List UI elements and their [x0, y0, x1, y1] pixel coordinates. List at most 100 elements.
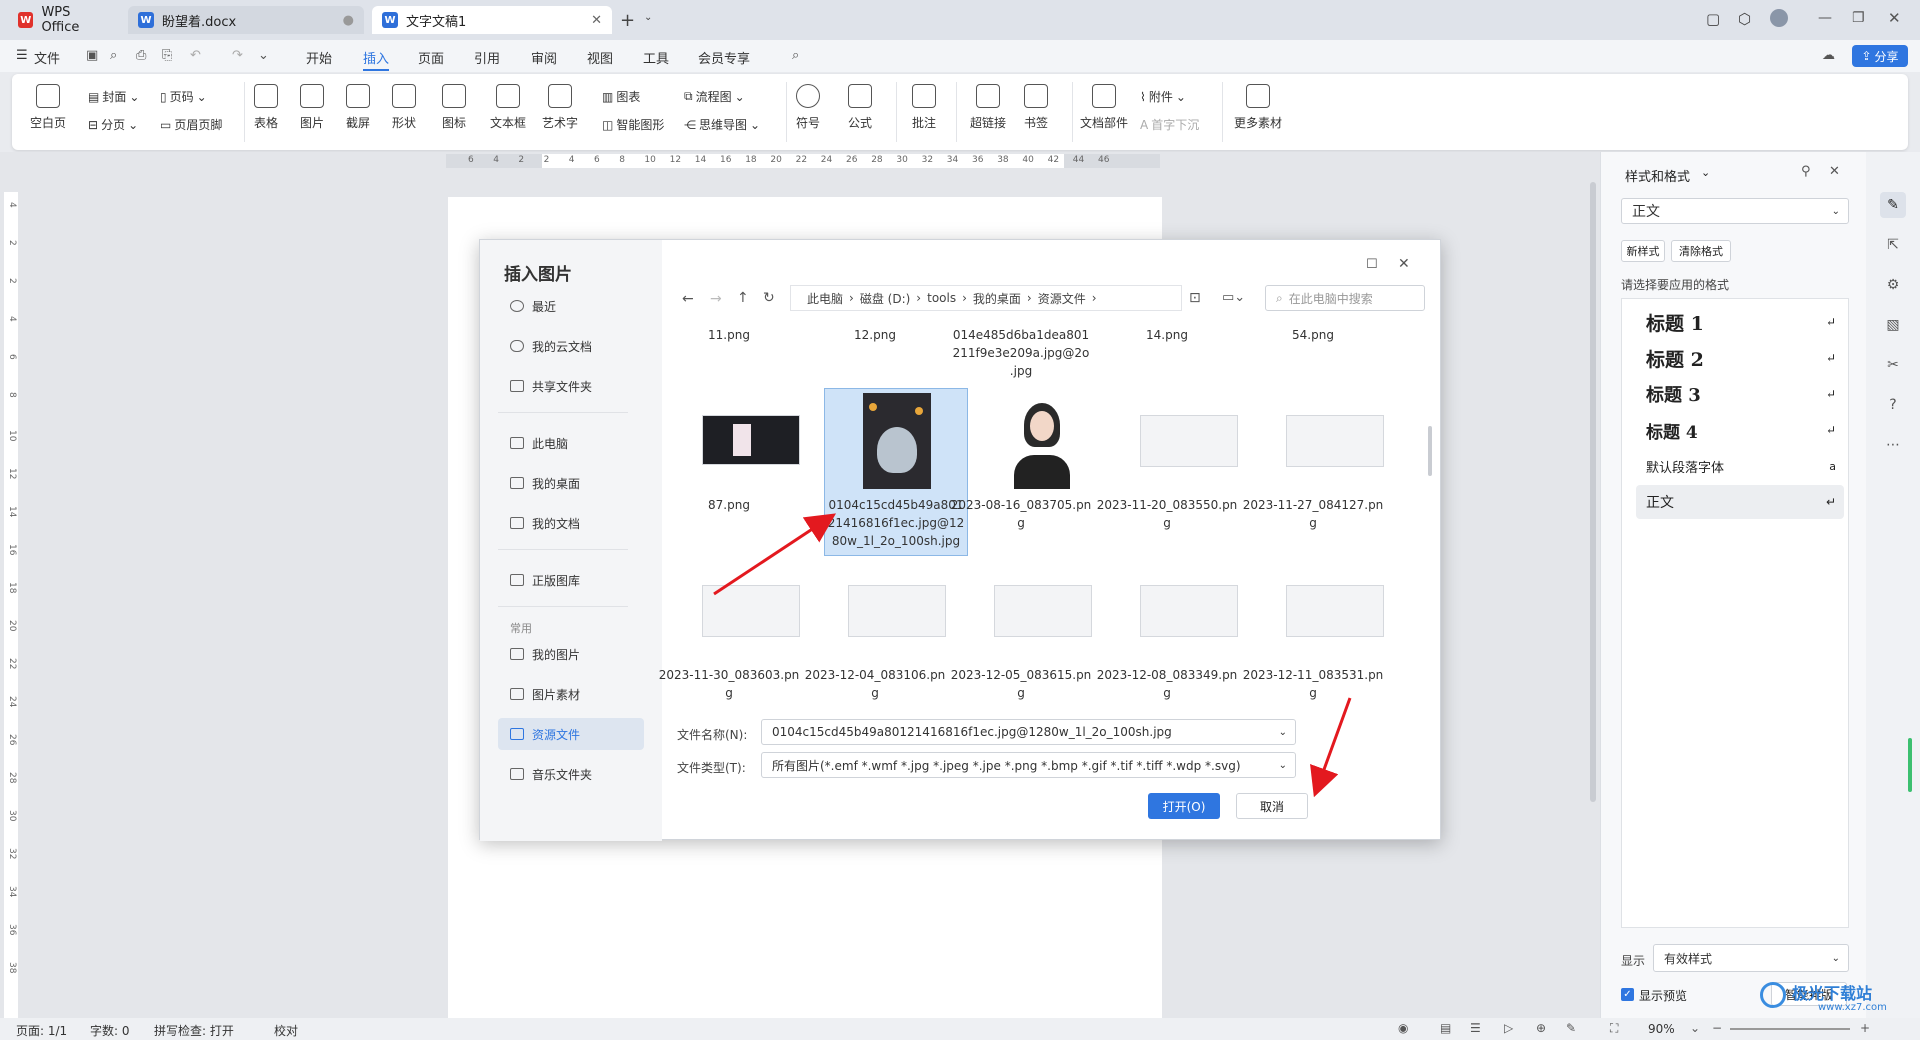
smart-graphic-button[interactable]: ◫ 智能图形: [602, 116, 664, 133]
tab-references[interactable]: 引用: [474, 48, 500, 67]
chevron-down-icon[interactable]: ⌄: [1690, 1021, 1700, 1035]
page-number-button[interactable]: ▯ 页码 ⌄: [160, 88, 207, 105]
word-count[interactable]: 字数: 0: [90, 1022, 130, 1039]
save-icon[interactable]: ▣: [86, 48, 98, 63]
refresh-icon[interactable]: ↻: [763, 290, 775, 306]
file-item[interactable]: 2023-12-05_083615.pn g: [948, 666, 1094, 702]
screenshot-button[interactable]: 截屏: [346, 84, 370, 131]
nav-cloud-docs[interactable]: 我的云文档: [498, 330, 644, 362]
tab-page[interactable]: 页面: [418, 48, 444, 67]
up-arrow-icon[interactable]: ↑: [737, 290, 749, 306]
hyperlink-button[interactable]: 超链接: [970, 84, 1006, 131]
thumbnail-screenshot[interactable]: [1286, 415, 1384, 467]
nav-recent[interactable]: 最近: [498, 290, 644, 322]
nav-resource-files[interactable]: 资源文件: [498, 718, 644, 750]
style-default-font[interactable]: 默认段落字体 a: [1636, 449, 1844, 483]
menu-icon[interactable]: ☰: [16, 48, 28, 63]
cube-icon[interactable]: ⬡: [1738, 10, 1751, 28]
back-arrow-icon[interactable]: ←: [682, 291, 694, 307]
textbox-button[interactable]: 文本框: [490, 84, 526, 131]
close-panel-icon[interactable]: ✕: [1829, 164, 1840, 179]
style-body[interactable]: 正文 ↵: [1636, 485, 1844, 519]
minimize-icon[interactable]: —: [1818, 10, 1832, 26]
thumbnail-screenshot[interactable]: [994, 585, 1092, 637]
nav-gallery[interactable]: 正版图库: [498, 564, 644, 596]
breadcrumb-item[interactable]: 资源文件: [1038, 290, 1086, 307]
current-style-select[interactable]: 正文 ⌄: [1621, 198, 1849, 224]
drop-cap-button[interactable]: A 首字下沉: [1140, 116, 1199, 133]
adjust-icon[interactable]: ⚙: [1880, 272, 1906, 298]
new-style-button[interactable]: 新样式: [1621, 240, 1665, 262]
nav-music-folder[interactable]: 音乐文件夹: [498, 758, 644, 790]
restore-icon[interactable]: ❐: [1852, 10, 1865, 26]
file-item[interactable]: 014e485d6ba1dea801 211f9e3e209a.jpg@2o .…: [948, 326, 1094, 380]
icon-library-button[interactable]: 图标: [442, 84, 466, 131]
file-item[interactable]: 12.png: [802, 326, 948, 344]
eye-icon[interactable]: ◉: [1398, 1021, 1408, 1035]
style-heading-4[interactable]: 标题 4 ↵: [1636, 413, 1844, 447]
breadcrumb-item[interactable]: 此电脑: [807, 290, 843, 307]
thumbnail-kitten[interactable]: [863, 393, 931, 489]
chevron-down-icon[interactable]: ⌄: [1701, 166, 1710, 179]
preview-checkbox[interactable]: ✓: [1621, 988, 1634, 1001]
file-item[interactable]: 2023-12-08_083349.pn g: [1094, 666, 1240, 702]
print-preview-icon[interactable]: ⎘: [162, 48, 172, 63]
tab-member[interactable]: 会员专享: [698, 48, 750, 67]
header-footer-button[interactable]: ▭ 页眉页脚: [160, 116, 222, 133]
horizontal-ruler[interactable]: 6 4 2 2 4 6 8 10 12 14 16 18 20 22 24 26 28 30 32 34 36 38 40 4…: [446, 154, 1160, 168]
file-item[interactable]: 2023-11-27_084127.pn g: [1240, 496, 1386, 532]
new-folder-icon[interactable]: ⊡: [1189, 290, 1201, 306]
search-icon[interactable]: ⌕: [792, 48, 799, 63]
pen-icon[interactable]: ✎: [1566, 1021, 1576, 1035]
zoom-level[interactable]: 90%: [1648, 1022, 1675, 1036]
wordart-button[interactable]: 艺术字: [542, 84, 578, 131]
file-item[interactable]: 14.png: [1094, 326, 1240, 344]
file-item[interactable]: 54.png: [1240, 326, 1386, 344]
shape-button[interactable]: 形状: [392, 84, 416, 131]
chart-button[interactable]: ▥ 图表: [602, 88, 640, 105]
attachment-button[interactable]: ⌇ 附件 ⌄: [1140, 88, 1186, 105]
nav-documents[interactable]: 我的文档: [498, 507, 644, 539]
symbol-button[interactable]: 符号: [796, 84, 820, 131]
file-menu[interactable]: 文件: [34, 48, 60, 67]
show-select[interactable]: 有效样式 ⌄: [1653, 944, 1849, 972]
page-count[interactable]: 页面: 1/1: [16, 1022, 67, 1039]
vertical-scrollbar[interactable]: [1588, 170, 1598, 990]
file-item[interactable]: 87.png: [656, 496, 802, 514]
print-icon[interactable]: ⎙: [136, 48, 146, 63]
style-heading-1[interactable]: 标题 1 ↵: [1636, 305, 1844, 339]
filetype-select[interactable]: 所有图片(*.emf *.wmf *.jpg *.jpeg *.jpe *.pn…: [761, 752, 1296, 778]
tools-icon[interactable]: ✂: [1880, 352, 1906, 378]
nav-desktop[interactable]: 我的桌面: [498, 467, 644, 499]
file-item[interactable]: 2023-12-11_083531.pn g: [1240, 666, 1386, 702]
thumbnail-screenshot[interactable]: [1140, 585, 1238, 637]
file-item-selected[interactable]: 0104c15cd45b49a801 21416816f1ec.jpg@12 8…: [824, 496, 968, 550]
tab-view[interactable]: 视图: [587, 48, 613, 67]
tab-home[interactable]: 开始: [306, 48, 332, 67]
chevron-down-icon[interactable]: ⌄: [644, 12, 652, 23]
proofread-button[interactable]: 校对: [274, 1022, 298, 1039]
forward-arrow-icon[interactable]: →: [710, 291, 722, 307]
find-icon[interactable]: ⌕: [110, 48, 117, 63]
maximize-icon[interactable]: ☐: [1366, 257, 1378, 272]
mindmap-button[interactable]: ⋲ 思维导图 ⌄: [684, 116, 760, 133]
thumbnail-screenshot[interactable]: [702, 585, 800, 637]
new-tab-icon[interactable]: +: [620, 10, 635, 31]
spell-check-toggle[interactable]: 拼写检查: 打开: [154, 1022, 234, 1039]
style-heading-3[interactable]: 标题 3 ↵: [1636, 377, 1844, 411]
page-view-icon[interactable]: ▤: [1440, 1021, 1451, 1035]
pin-icon[interactable]: ⚲: [1801, 164, 1811, 179]
tab-document-1[interactable]: W 盼望着.docx ●: [128, 6, 364, 34]
more-materials-button[interactable]: 更多素材: [1234, 84, 1282, 131]
undo-icon[interactable]: ↶: [190, 48, 201, 63]
help-icon[interactable]: ?: [1880, 392, 1906, 418]
share-button[interactable]: ⇪ 分享: [1852, 45, 1908, 67]
breadcrumb-item[interactable]: 磁盘 (D:): [860, 290, 910, 307]
comment-button[interactable]: 批注: [912, 84, 936, 131]
more-commands-icon[interactable]: ⌄: [258, 48, 269, 63]
page-break-button[interactable]: ⊟ 分页 ⌄: [88, 116, 138, 133]
select-cursor-icon[interactable]: ⇱: [1880, 232, 1906, 258]
doc-parts-button[interactable]: 文档部件: [1080, 84, 1128, 131]
nav-picture-materials[interactable]: 图片素材: [498, 678, 644, 710]
cancel-button[interactable]: 取消: [1236, 793, 1308, 819]
